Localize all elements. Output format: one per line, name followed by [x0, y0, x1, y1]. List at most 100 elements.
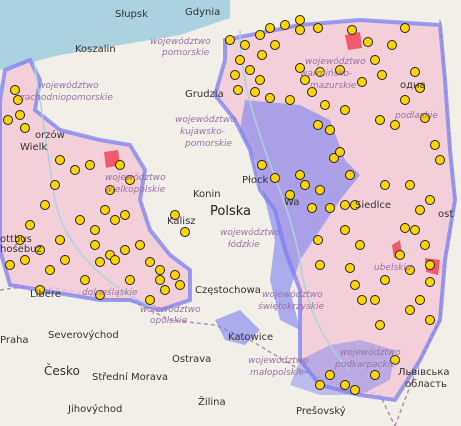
- outbreak-marker[interactable]: [265, 93, 275, 103]
- outbreak-marker[interactable]: [390, 120, 400, 130]
- outbreak-marker[interactable]: [120, 210, 130, 220]
- outbreak-marker[interactable]: [120, 245, 130, 255]
- outbreak-marker[interactable]: [377, 70, 387, 80]
- outbreak-marker[interactable]: [340, 225, 350, 235]
- outbreak-marker[interactable]: [40, 200, 50, 210]
- outbreak-marker[interactable]: [75, 215, 85, 225]
- outbreak-marker[interactable]: [370, 370, 380, 380]
- outbreak-marker[interactable]: [370, 295, 380, 305]
- outbreak-marker[interactable]: [285, 95, 295, 105]
- outbreak-marker[interactable]: [85, 160, 95, 170]
- outbreak-marker[interactable]: [135, 240, 145, 250]
- outbreak-marker[interactable]: [363, 37, 373, 47]
- outbreak-marker[interactable]: [225, 35, 235, 45]
- outbreak-marker[interactable]: [357, 77, 367, 87]
- outbreak-marker[interactable]: [55, 235, 65, 245]
- outbreak-marker[interactable]: [313, 23, 323, 33]
- outbreak-marker[interactable]: [415, 205, 425, 215]
- outbreak-marker[interactable]: [20, 255, 30, 265]
- outbreak-marker[interactable]: [170, 270, 180, 280]
- outbreak-marker[interactable]: [375, 320, 385, 330]
- outbreak-marker[interactable]: [145, 257, 155, 267]
- outbreak-marker[interactable]: [345, 263, 355, 273]
- outbreak-marker[interactable]: [325, 370, 335, 380]
- outbreak-marker[interactable]: [175, 280, 185, 290]
- outbreak-marker[interactable]: [100, 205, 110, 215]
- outbreak-marker[interactable]: [80, 275, 90, 285]
- outbreak-marker[interactable]: [125, 275, 135, 285]
- outbreak-marker[interactable]: [425, 195, 435, 205]
- outbreak-marker[interactable]: [145, 295, 155, 305]
- outbreak-marker[interactable]: [20, 123, 30, 133]
- outbreak-marker[interactable]: [307, 203, 317, 213]
- outbreak-marker[interactable]: [430, 140, 440, 150]
- outbreak-marker[interactable]: [425, 277, 435, 287]
- outbreak-marker[interactable]: [255, 75, 265, 85]
- outbreak-marker[interactable]: [25, 220, 35, 230]
- outbreak-marker[interactable]: [400, 23, 410, 33]
- outbreak-marker[interactable]: [115, 160, 125, 170]
- outbreak-marker[interactable]: [347, 25, 357, 35]
- outbreak-marker[interactable]: [425, 315, 435, 325]
- outbreak-marker[interactable]: [380, 180, 390, 190]
- outbreak-marker[interactable]: [95, 257, 105, 267]
- outbreak-marker[interactable]: [370, 55, 380, 65]
- outbreak-marker[interactable]: [10, 85, 20, 95]
- outbreak-marker[interactable]: [155, 275, 165, 285]
- outbreak-marker[interactable]: [270, 40, 280, 50]
- outbreak-marker[interactable]: [240, 40, 250, 50]
- outbreak-marker[interactable]: [313, 235, 323, 245]
- outbreak-marker[interactable]: [160, 285, 170, 295]
- outbreak-marker[interactable]: [313, 120, 323, 130]
- map-canvas[interactable]: Słupsk Gdynia Koszalin Grudzia Płock Kon…: [0, 0, 461, 426]
- outbreak-marker[interactable]: [415, 295, 425, 305]
- outbreak-marker[interactable]: [405, 305, 415, 315]
- outbreak-marker[interactable]: [250, 87, 260, 97]
- outbreak-marker[interactable]: [295, 170, 305, 180]
- outbreak-marker[interactable]: [245, 65, 255, 75]
- outbreak-marker[interactable]: [110, 255, 120, 265]
- outbreak-marker[interactable]: [350, 280, 360, 290]
- outbreak-marker[interactable]: [265, 23, 275, 33]
- outbreak-marker[interactable]: [315, 380, 325, 390]
- outbreak-marker[interactable]: [270, 173, 280, 183]
- outbreak-marker[interactable]: [400, 95, 410, 105]
- outbreak-marker[interactable]: [90, 225, 100, 235]
- outbreak-marker[interactable]: [380, 275, 390, 285]
- outbreak-marker[interactable]: [5, 260, 15, 270]
- outbreak-marker[interactable]: [235, 55, 245, 65]
- outbreak-marker[interactable]: [90, 240, 100, 250]
- outbreak-marker[interactable]: [355, 240, 365, 250]
- outbreak-marker[interactable]: [70, 165, 80, 175]
- outbreak-marker[interactable]: [325, 125, 335, 135]
- outbreak-marker[interactable]: [425, 260, 435, 270]
- outbreak-marker[interactable]: [395, 250, 405, 260]
- outbreak-marker[interactable]: [230, 70, 240, 80]
- outbreak-marker[interactable]: [345, 170, 355, 180]
- outbreak-marker[interactable]: [435, 155, 445, 165]
- outbreak-marker[interactable]: [3, 115, 13, 125]
- outbreak-marker[interactable]: [233, 85, 243, 95]
- outbreak-marker[interactable]: [280, 20, 290, 30]
- outbreak-marker[interactable]: [55, 155, 65, 165]
- outbreak-marker[interactable]: [400, 223, 410, 233]
- outbreak-marker[interactable]: [300, 180, 310, 190]
- outbreak-marker[interactable]: [375, 115, 385, 125]
- outbreak-marker[interactable]: [255, 30, 265, 40]
- map-viewport[interactable]: Słupsk Gdynia Koszalin Grudzia Płock Kon…: [0, 0, 461, 426]
- outbreak-marker[interactable]: [45, 265, 55, 275]
- outbreak-marker[interactable]: [295, 15, 305, 25]
- outbreak-marker[interactable]: [405, 180, 415, 190]
- outbreak-marker[interactable]: [410, 225, 420, 235]
- outbreak-marker[interactable]: [340, 105, 350, 115]
- outbreak-marker[interactable]: [180, 227, 190, 237]
- outbreak-marker[interactable]: [350, 385, 360, 395]
- outbreak-marker[interactable]: [340, 380, 350, 390]
- outbreak-marker[interactable]: [315, 260, 325, 270]
- outbreak-marker[interactable]: [110, 215, 120, 225]
- outbreak-marker[interactable]: [257, 50, 267, 60]
- outbreak-marker[interactable]: [257, 160, 267, 170]
- outbreak-marker[interactable]: [340, 200, 350, 210]
- outbreak-marker[interactable]: [410, 67, 420, 77]
- outbreak-marker[interactable]: [320, 100, 330, 110]
